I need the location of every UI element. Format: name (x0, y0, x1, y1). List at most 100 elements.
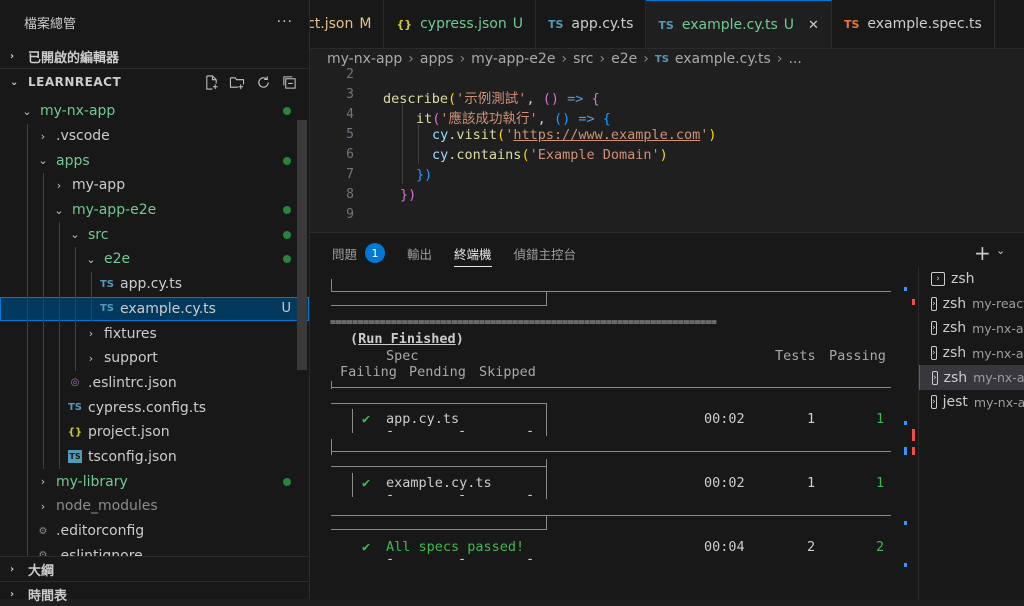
indent-guide (59, 222, 60, 248)
file-tree: ⌄ my-nx-app › .vscode ⌄ apps › my-app ⌄ my-app-e2… (0, 99, 309, 556)
chevron-down-icon: ⌄ (54, 203, 64, 217)
ruler-mark (904, 421, 907, 425)
chevron-right-icon: › (599, 51, 606, 67)
new-terminal-button[interactable]: + (974, 241, 991, 265)
breadcrumb-item[interactable]: e2e (611, 51, 637, 67)
tree-item[interactable]: ⚙ .eslintignore (0, 543, 309, 556)
editor-tab[interactable]: TS app.cy.ts (536, 0, 647, 48)
tree-item[interactable]: TS tsconfig.json (0, 444, 309, 470)
tree-item-label: fixtures (104, 325, 157, 342)
new-folder-icon[interactable] (229, 74, 245, 90)
breadcrumb-item[interactable]: src (573, 51, 593, 67)
workspace-root-section[interactable]: ⌄ LEARNREACT (0, 68, 309, 95)
tree-item-label: my-nx-app (40, 103, 116, 120)
terminal-instance[interactable]: › zsh my-nx-app (919, 316, 1024, 341)
terminal-instance[interactable]: › jest my-nx-app (919, 390, 1024, 415)
tree-item[interactable]: › fixtures (0, 321, 309, 346)
tab-problems[interactable]: 問題 1 (332, 233, 386, 273)
indent-guide (27, 370, 28, 396)
terminal-instance[interactable]: › zsh my-nx-app (919, 365, 1024, 390)
separator-line: ========================================… (330, 317, 717, 328)
terminal-output[interactable]: ========================================… (330, 279, 895, 599)
tree-item[interactable]: TS example.cy.ts U (0, 296, 309, 322)
terminal-instance[interactable]: › zsh my-react (919, 292, 1024, 317)
editor-tab[interactable]: TS example.cy.ts U ✕ (646, 0, 832, 48)
tree-item[interactable]: ⌄ e2e (0, 247, 309, 272)
header-passing: Passing (829, 348, 886, 364)
bottom-panel: 問題 1 輸出 終端機 偵錯主控台 + ⌄ ===================… (310, 232, 1024, 600)
code-editor[interactable]: 2 3 4 5 6 7 8 9 describe('示例測試', () => { it('應該… (310, 67, 1024, 232)
chevron-right-icon: › (40, 129, 46, 143)
check-icon: ✔ (362, 411, 371, 427)
terminal-icon: › (931, 296, 937, 311)
tree-item-label: node_modules (56, 498, 158, 515)
url-link[interactable]: https://www.example.com (513, 127, 700, 143)
breadcrumb-item[interactable]: my-app-e2e (471, 51, 555, 67)
tree-item[interactable]: ⌄ apps (0, 148, 309, 174)
indent-guide (43, 370, 44, 396)
timeline-section[interactable]: › 時間表 (0, 581, 309, 606)
indent-guide (43, 345, 44, 371)
row-spec: example.cy.ts (386, 475, 492, 491)
total-duration: 00:04 (704, 539, 745, 555)
breadcrumb-item[interactable]: my-nx-app (327, 51, 402, 67)
tree-item[interactable]: › .vscode (0, 123, 309, 149)
indent-guide (43, 247, 44, 272)
chevron-down-icon[interactable]: ⌄ (996, 244, 1005, 257)
terminal-icon: › (931, 395, 937, 410)
close-icon[interactable]: ✕ (808, 18, 819, 33)
terminal-instance[interactable]: › zsh my-nx-app (919, 341, 1024, 366)
refresh-icon[interactable] (255, 74, 271, 90)
tree-item[interactable]: › node_modules (0, 494, 309, 519)
code-line-6: cy.contains('Example Domain') (432, 147, 668, 163)
ruler-mark (904, 563, 907, 567)
indent-guide (59, 395, 60, 420)
tree-item[interactable]: TS app.cy.ts (0, 271, 309, 297)
breadcrumb-item[interactable]: apps (420, 51, 454, 67)
more-actions-icon[interactable]: ··· (277, 14, 293, 30)
tree-item[interactable]: ⌄ my-nx-app (0, 99, 309, 124)
indent-guide (27, 296, 28, 322)
tab-terminal[interactable]: 終端機 (454, 233, 492, 273)
row-duration: 00:02 (704, 411, 745, 427)
new-file-icon[interactable] (203, 74, 219, 90)
tree-item[interactable]: ◎ .eslintrc.json (0, 370, 309, 396)
outline-label: 大綱 (28, 563, 55, 579)
breadcrumb-item[interactable]: example.cy.ts (675, 51, 771, 67)
indent-guide (59, 247, 60, 272)
indent-guide (43, 271, 44, 297)
chevron-right-icon: › (10, 588, 15, 600)
ruler-mark (904, 447, 907, 455)
tree-item[interactable]: › my-app (0, 173, 309, 198)
indent-guide (43, 321, 44, 346)
indent-guide (402, 104, 403, 184)
open-editors-section[interactable]: › 已開啟的編輯器 (0, 44, 309, 68)
tree-item[interactable]: ⌄ src (0, 222, 309, 248)
terminal-cwd: my-nx-app (973, 394, 1024, 410)
tree-item-label: tsconfig.json (88, 448, 177, 465)
indent-guide (75, 345, 76, 371)
row-pending: - (458, 423, 467, 439)
tab-output[interactable]: 輸出 (407, 233, 432, 273)
tree-item[interactable]: ⌄ my-app-e2e (0, 197, 309, 223)
breadcrumb-item[interactable]: ... (788, 51, 801, 67)
tab-label: project.json (310, 16, 354, 32)
outline-section[interactable]: › 大綱 (0, 556, 309, 581)
tab-status-badge: U (512, 16, 523, 32)
tab-debug-console[interactable]: 偵錯主控台 (514, 233, 577, 273)
indent-guide (27, 173, 28, 198)
tree-item[interactable]: › support (0, 345, 309, 371)
terminal-instance[interactable]: › zsh (919, 267, 1024, 292)
terminal-name: jest (942, 394, 968, 411)
ruler-mark (904, 287, 907, 291)
tree-item[interactable]: {} project.json (0, 419, 309, 445)
collapse-all-icon[interactable] (281, 74, 297, 90)
editor-tab[interactable]: {}project.jsonM (310, 0, 385, 48)
explorer-scrollbar[interactable] (297, 120, 307, 370)
timeline-label: 時間表 (28, 588, 68, 604)
editor-tab[interactable]: TS example.spec.ts (832, 0, 995, 48)
tree-item[interactable]: › my-library (0, 469, 309, 494)
tree-item[interactable]: ⚙ .editorconfig (0, 518, 309, 544)
tree-item[interactable]: TS cypress.config.ts (0, 395, 309, 420)
editor-tab[interactable]: {} cypress.json U (384, 0, 536, 48)
